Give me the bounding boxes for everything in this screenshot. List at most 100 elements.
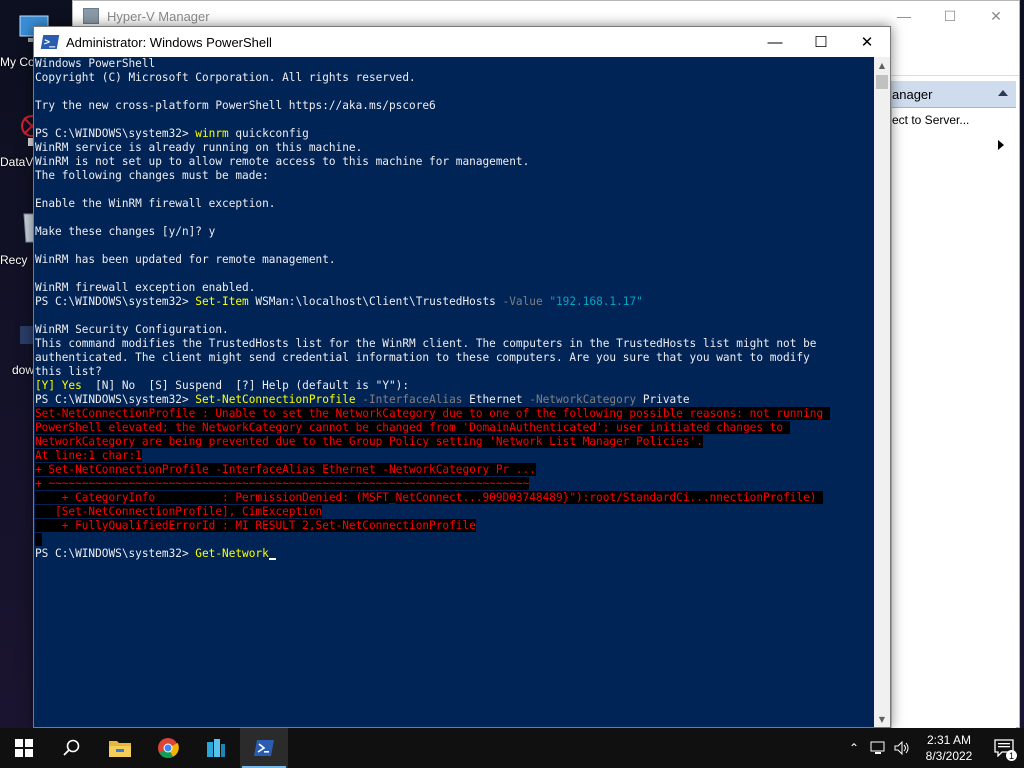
maximize-icon: ☐ bbox=[943, 7, 957, 24]
console-text-segment: WinRM has been updated for remote manage… bbox=[35, 253, 336, 266]
collapse-icon[interactable] bbox=[998, 90, 1008, 96]
file-explorer-taskbar-button[interactable] bbox=[96, 728, 144, 768]
console-text-segment: PS C:\WINDOWS\system32> bbox=[35, 127, 196, 140]
console-text-segment: quickconfig bbox=[228, 127, 309, 140]
submenu-arrow-icon bbox=[998, 140, 1004, 150]
server-manager-taskbar-button[interactable] bbox=[192, 728, 240, 768]
scrollbar-thumb[interactable] bbox=[876, 75, 888, 89]
server-manager-icon bbox=[207, 739, 225, 757]
chrome-icon bbox=[158, 738, 179, 759]
console-text-segment: + Set-NetConnectionProfile -InterfaceAli… bbox=[35, 463, 536, 476]
close-icon: ✕ bbox=[860, 34, 874, 51]
action-view-submenu[interactable] bbox=[892, 132, 1016, 156]
speaker-icon bbox=[894, 741, 909, 755]
network-tray-button[interactable] bbox=[866, 728, 890, 768]
system-tray: ⌃ 2:31 AM 8/3/2022 1 bbox=[842, 728, 1024, 768]
maximize-button[interactable]: ☐ bbox=[798, 27, 844, 57]
console-text-segment: Windows PowerShell bbox=[35, 57, 156, 70]
scroll-down-icon[interactable]: ▼ bbox=[874, 711, 890, 727]
action-center-button[interactable]: 1 bbox=[984, 728, 1024, 768]
console-text-segment: Make these changes [y/n]? y bbox=[35, 225, 216, 238]
console-text-segment: WSMan:\localhost\Client\TrustedHosts bbox=[248, 295, 503, 308]
console-text-segment: Try the new cross-platform PowerShell ht… bbox=[35, 99, 436, 112]
start-button[interactable] bbox=[0, 728, 48, 768]
console-text-segment bbox=[35, 533, 42, 546]
console-line: Make these changes [y/n]? y bbox=[34, 225, 874, 239]
maximize-icon: ☐ bbox=[814, 34, 828, 51]
console-text-segment: This command modifies the TrustedHosts l… bbox=[35, 337, 817, 350]
console-text-segment: WinRM is not set up to allow remote acce… bbox=[35, 155, 530, 168]
scroll-up-icon[interactable]: ▲ bbox=[874, 57, 890, 73]
console-text-segment: winrm bbox=[195, 127, 229, 140]
close-button[interactable]: ✕ bbox=[844, 27, 890, 57]
search-button[interactable] bbox=[48, 728, 96, 768]
minimize-button[interactable]: — bbox=[752, 27, 798, 57]
text-cursor bbox=[268, 558, 276, 560]
powershell-title: Administrator: Windows PowerShell bbox=[66, 34, 272, 50]
console-text-segment: [N] No [S] Suspend [?] Help (default is … bbox=[81, 379, 410, 392]
console-line: PS C:\WINDOWS\system32> Set-NetConnectio… bbox=[34, 393, 874, 407]
console-line: authenticated. The client might send cre… bbox=[34, 351, 874, 365]
close-button[interactable]: ✕ bbox=[973, 1, 1019, 31]
console-text-segment: authenticated. The client might send cre… bbox=[35, 351, 810, 364]
console-line: PS C:\WINDOWS\system32> Set-Item WSMan:\… bbox=[34, 295, 874, 309]
console-line: NetworkCategory are being prevented due … bbox=[34, 435, 874, 449]
folder-icon bbox=[109, 741, 131, 757]
notification-count-badge: 1 bbox=[1006, 750, 1017, 761]
volume-tray-button[interactable] bbox=[890, 728, 914, 768]
console-line bbox=[34, 533, 874, 547]
console-line: WinRM has been updated for remote manage… bbox=[34, 253, 874, 267]
console-text-segment: this list? bbox=[35, 365, 102, 378]
console-text-segment: -NetworkCategory bbox=[529, 393, 637, 406]
console-text-segment: "192.168.1.17" bbox=[549, 295, 643, 308]
chrome-taskbar-button[interactable] bbox=[144, 728, 192, 768]
console-text-segment: Enable the WinRM firewall exception. bbox=[35, 197, 276, 210]
console-line: This command modifies the TrustedHosts l… bbox=[34, 337, 874, 351]
hyperv-toolbar bbox=[891, 55, 1019, 76]
console-text-segment: [Y] Yes bbox=[35, 379, 82, 392]
windows-logo-icon bbox=[15, 739, 33, 757]
maximize-button[interactable]: ☐ bbox=[927, 1, 973, 31]
powershell-titlebar[interactable]: >_ Administrator: Windows PowerShell — ☐… bbox=[34, 27, 890, 57]
clock-time: 2:31 AM bbox=[926, 733, 972, 747]
action-label: ect to Server... bbox=[892, 113, 970, 127]
console-line: [Y] Yes [N] No [S] Suspend [?] Help (def… bbox=[34, 379, 874, 393]
console-text-segment: Private bbox=[636, 393, 690, 406]
powershell-window: >_ Administrator: Windows PowerShell — ☐… bbox=[33, 26, 891, 728]
console-text-segment: WinRM firewall exception enabled. bbox=[35, 281, 256, 294]
console-line: [Set-NetConnectionProfile], CimException bbox=[34, 505, 874, 519]
console-text-segment: Get-Network bbox=[195, 547, 269, 560]
console-text-segment: PowerShell elevated; the NetworkCategory… bbox=[35, 421, 790, 434]
actions-header[interactable]: anager bbox=[892, 81, 1016, 108]
console-line: The following changes must be made: bbox=[34, 169, 874, 183]
console-text-segment: NetworkCategory are being prevented due … bbox=[35, 435, 703, 448]
console-text-segment: Ethernet bbox=[462, 393, 530, 406]
console-text-segment: Set-NetConnectionProfile : Unable to set… bbox=[35, 407, 830, 420]
vertical-scrollbar[interactable]: ▲ ▼ bbox=[874, 57, 890, 727]
minimize-icon: — bbox=[897, 8, 911, 24]
clock[interactable]: 2:31 AM 8/3/2022 bbox=[914, 732, 984, 764]
action-connect-to-server[interactable]: ect to Server... bbox=[892, 108, 1016, 132]
actions-pane: anager ect to Server... bbox=[891, 81, 1016, 729]
console-text-segment: The following changes must be made: bbox=[35, 169, 269, 182]
powershell-icon: >_ bbox=[40, 35, 60, 49]
console-text-segment: [Set-NetConnectionProfile], CimException bbox=[35, 505, 323, 518]
console-line: + Set-NetConnectionProfile -InterfaceAli… bbox=[34, 463, 874, 477]
network-icon bbox=[870, 741, 885, 754]
console-output[interactable]: Windows PowerShell Copyright (C) Microsof… bbox=[34, 57, 874, 727]
console-line: WinRM firewall exception enabled. bbox=[34, 281, 874, 295]
powershell-taskbar-button[interactable] bbox=[240, 728, 288, 768]
search-icon bbox=[63, 739, 80, 756]
console-line: WinRM is not set up to allow remote acce… bbox=[34, 155, 874, 169]
console-line: + CategoryInfo : PermissionDenied: (MSFT… bbox=[34, 491, 874, 505]
chevron-up-icon: ⌃ bbox=[848, 741, 860, 755]
show-hidden-icons-button[interactable]: ⌃ bbox=[842, 728, 866, 768]
clock-date: 8/3/2022 bbox=[925, 749, 973, 763]
console-text-segment: WinRM Security Configuration. bbox=[35, 323, 229, 336]
close-icon: ✕ bbox=[990, 7, 1002, 24]
hyperv-app-icon bbox=[83, 8, 99, 24]
console-text-segment: WinRM service is already running on this… bbox=[35, 141, 363, 154]
